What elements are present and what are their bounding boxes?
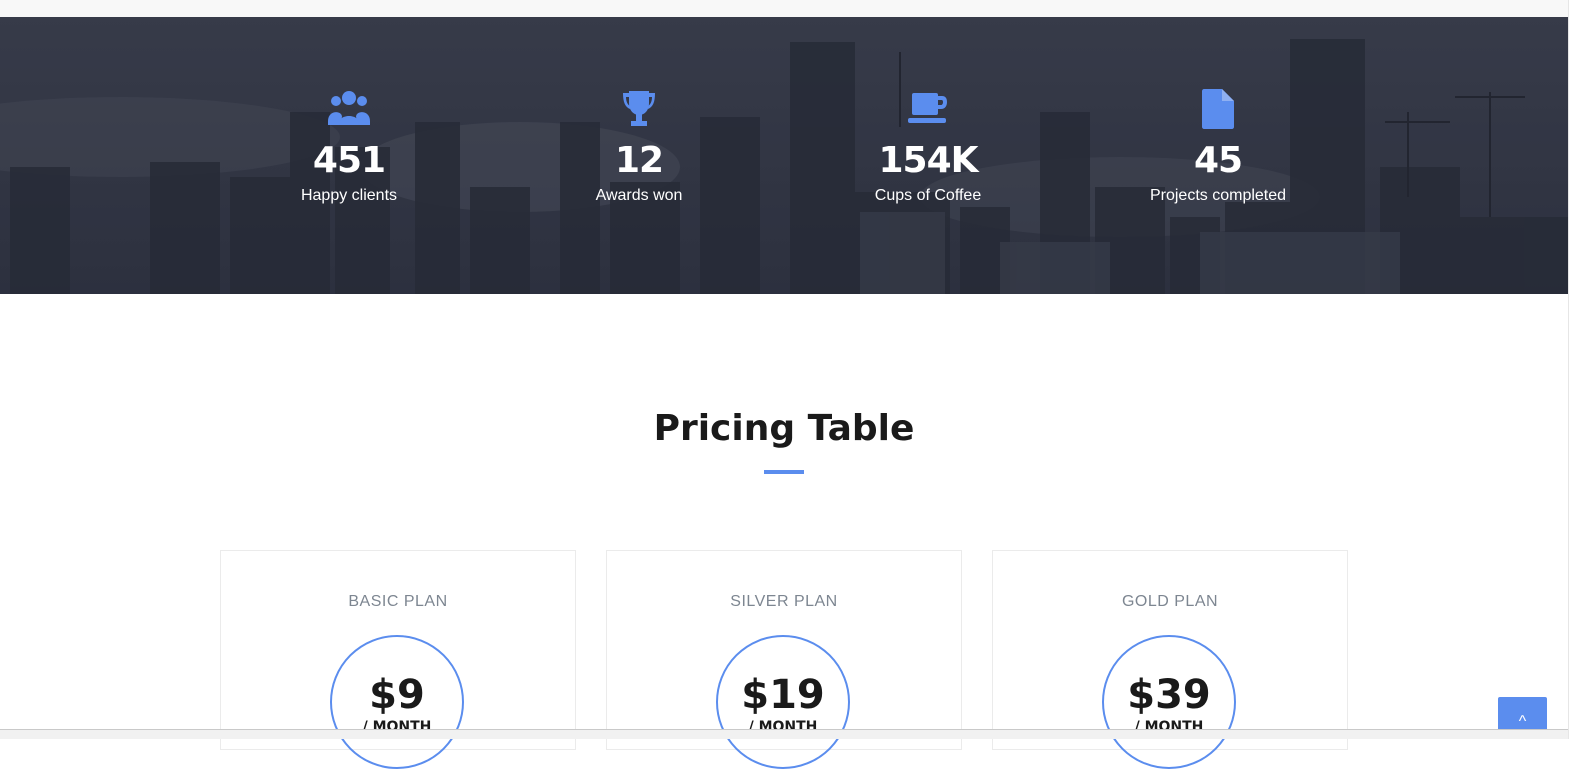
stat-number: 154K <box>878 140 978 181</box>
stats-section: 451 Happy clients 12 Awards won 154K Cup <box>0 17 1568 294</box>
stat-happy-clients: 451 Happy clients <box>229 89 469 205</box>
pricing-card-silver: SILVER PLAN $19 / MONTH <box>606 550 962 769</box>
pricing-card-gold: GOLD PLAN $39 / MONTH <box>992 550 1348 769</box>
price-circle: $9 / MONTH <box>330 635 464 769</box>
stat-label: Happy clients <box>300 187 398 204</box>
plan-price: $9 <box>369 672 425 718</box>
plan-price: $39 <box>1127 672 1211 718</box>
stat-label: Cups of Coffee <box>874 187 982 204</box>
price-circle: $39 / MONTH <box>1102 635 1236 769</box>
plan-price: $19 <box>741 672 825 718</box>
pricing-section-title: Pricing Table <box>653 408 915 449</box>
plan-name: GOLD PLAN <box>1121 593 1219 610</box>
stat-label: Projects completed <box>1149 187 1287 204</box>
stat-cups-of-coffee: 154K Cups of Coffee <box>808 89 1048 205</box>
pricing-card-basic: BASIC PLAN $9 / MONTH <box>220 550 576 769</box>
plan-name: SILVER PLAN <box>730 593 838 610</box>
file-icon <box>1202 89 1234 129</box>
price-circle: $19 / MONTH <box>716 635 850 769</box>
coffee-cup-icon <box>908 93 947 123</box>
vertical-scrollbar[interactable] <box>1568 0 1584 739</box>
stat-awards-won: 12 Awards won <box>519 89 759 205</box>
chevron-up-icon: ^ <box>1518 713 1527 730</box>
stat-number: 12 <box>614 140 664 181</box>
stat-number: 45 <box>1193 140 1243 181</box>
trophy-icon <box>623 91 655 126</box>
stat-projects-completed: 45 Projects completed <box>1098 89 1338 205</box>
title-underline <box>764 470 804 474</box>
bottom-bar <box>0 729 1568 739</box>
top-strip <box>0 0 1568 17</box>
stat-label: Awards won <box>595 187 683 204</box>
users-icon <box>328 91 370 125</box>
stat-number: 451 <box>312 140 386 181</box>
plan-name: BASIC PLAN <box>348 593 448 610</box>
